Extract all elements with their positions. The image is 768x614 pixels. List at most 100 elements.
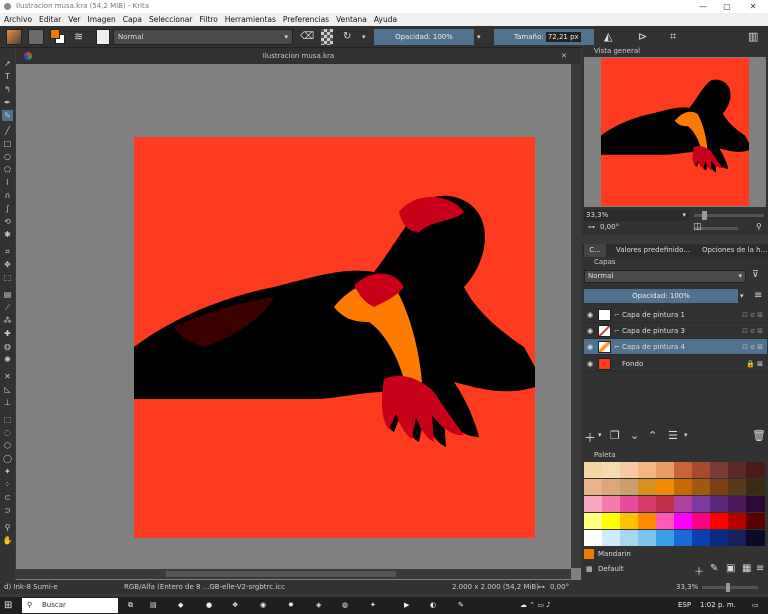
palette-grid-view-icon[interactable]: ▦ [742, 563, 751, 574]
explorer-icon[interactable]: ▤ [150, 597, 157, 614]
menu-ayuda[interactable]: Ayuda [374, 13, 397, 26]
assistant-tool-icon[interactable]: ✕ [2, 371, 13, 382]
polygonal-select-tool-icon[interactable]: ⬡ [2, 440, 13, 451]
crop-icon[interactable]: ⌗ [670, 29, 684, 45]
palette-swatch[interactable] [746, 530, 765, 546]
measure-tool-icon[interactable]: ◺ [2, 384, 13, 395]
close-window-button[interactable]: ✕ [740, 0, 766, 13]
vertical-scrollbar[interactable] [571, 64, 581, 568]
dynamic-brush-tool-icon[interactable]: ⟲ [2, 216, 13, 227]
layer-lock-alpha-icons[interactable]: ⊡ α ⊠ [742, 323, 763, 339]
app-icon[interactable]: ▶ [404, 597, 409, 614]
mirror-view-icon[interactable]: ◫ [693, 222, 702, 232]
multibrush-tool-icon[interactable]: ✱ [2, 229, 13, 240]
polyline-tool-icon[interactable]: ⌇ [2, 177, 13, 188]
palette-swatch[interactable] [584, 530, 603, 546]
menu-ver[interactable]: Ver [68, 13, 80, 26]
bezier-tool-icon[interactable]: ∩ [2, 190, 13, 201]
palette-swatch[interactable] [584, 513, 603, 529]
menu-ventana[interactable]: Ventana [336, 13, 367, 26]
colorize-mask-tool-icon[interactable]: ⁂ [2, 315, 13, 326]
docker-tab-tool-options[interactable]: Opciones de la h... [702, 244, 768, 257]
similar-select-tool-icon[interactable]: ⁘ [2, 479, 13, 490]
reference-images-tool-icon[interactable]: ⊥ [2, 397, 13, 408]
maximize-button[interactable]: ▢ [714, 0, 740, 13]
taskbar-language[interactable]: ESP [678, 597, 691, 614]
taskbar-clock[interactable]: 1:02 p. m. [700, 597, 736, 614]
palette-swatch[interactable] [602, 479, 621, 495]
layer-properties-chevron-icon[interactable]: ▾ [684, 431, 688, 439]
palette-swatch[interactable] [728, 479, 747, 495]
palette-swatch[interactable] [710, 496, 729, 512]
duplicate-layer-icon[interactable]: ❐ [610, 429, 620, 442]
palette-swatch[interactable] [710, 462, 729, 478]
fg-bg-color-selector[interactable] [50, 29, 66, 45]
palette-swatch[interactable] [656, 530, 675, 546]
palette-swatch[interactable] [656, 462, 675, 478]
add-layer-icon[interactable]: ＋ [584, 429, 596, 446]
edit-swatch-icon[interactable]: ✎ [710, 563, 718, 574]
opacity-menu-chevron-icon[interactable]: ▾ [477, 29, 487, 45]
opacity-slider[interactable]: Opacidad: 100% [374, 29, 474, 45]
palette-swatch[interactable] [728, 496, 747, 512]
preserve-alpha-icon[interactable] [321, 29, 333, 45]
palette-swatch[interactable] [638, 462, 657, 478]
layer-lock-icon[interactable]: 🔒 ⊠ [746, 356, 763, 372]
save-palette-icon[interactable]: ▣ [726, 563, 735, 574]
palette-swatch[interactable] [656, 479, 675, 495]
overview-thumbnail[interactable] [584, 57, 766, 207]
menu-imagen[interactable]: Imagen [88, 13, 116, 26]
move-tool-icon[interactable]: ✥ [2, 259, 13, 270]
palette-swatch[interactable] [584, 496, 603, 512]
layers-menu-icon[interactable]: ≡ [754, 290, 762, 301]
status-zoom[interactable]: 33,3% [676, 580, 698, 594]
palette-swatch[interactable] [692, 530, 711, 546]
app-icon[interactable]: ◐ [430, 597, 436, 614]
freehand-select-tool-icon[interactable]: ◯ [2, 453, 13, 464]
layer-properties-icon[interactable]: ☰ [668, 429, 678, 442]
layer-row-capa-1[interactable]: ◉ ⌐ Capa de pintura 1 ⊡ α ⊠ [584, 307, 767, 323]
pattern-selector[interactable] [28, 29, 44, 45]
brush-preset-icon[interactable] [96, 29, 110, 45]
elliptical-select-tool-icon[interactable]: ◌ [2, 427, 13, 438]
select-shapes-tool-icon[interactable]: ➚ [2, 58, 13, 69]
palette-swatch[interactable] [728, 513, 747, 529]
windows-start-icon[interactable]: ⊞ [4, 597, 12, 614]
menu-archivo[interactable]: Archivo [4, 13, 32, 26]
palette-swatch[interactable] [620, 462, 639, 478]
minimize-button[interactable]: — [690, 0, 716, 13]
palette-swatch[interactable] [638, 479, 657, 495]
palette-swatch[interactable] [584, 479, 603, 495]
app-icon[interactable]: ◍ [342, 597, 348, 614]
contiguous-select-tool-icon[interactable]: ✦ [2, 466, 13, 477]
rectangle-tool-icon[interactable]: □ [2, 138, 13, 149]
palette-swatch[interactable] [620, 530, 639, 546]
palette-swatch[interactable] [692, 496, 711, 512]
overview-zoom-slider[interactable] [694, 211, 764, 220]
menu-capa[interactable]: Capa [123, 13, 142, 26]
menu-filtro[interactable]: Filtro [199, 13, 217, 26]
palette-swatch[interactable] [692, 462, 711, 478]
layer-filter-icon[interactable]: ⊽ [752, 270, 759, 280]
docker-tab-presets[interactable]: Valores predefinido... [616, 244, 696, 257]
move-layer-up-icon[interactable]: ⌃ [648, 429, 657, 442]
workspace-icon[interactable]: ▥ [748, 29, 762, 45]
status-zoom-slider[interactable] [702, 583, 758, 592]
reload-menu-chevron-icon[interactable]: ▾ [362, 29, 370, 45]
delete-layer-icon[interactable]: 🗑 [752, 429, 766, 442]
app-icon[interactable]: ✸ [288, 597, 294, 614]
mirror-horizontal-icon[interactable]: ◭ [604, 29, 620, 45]
palette-swatch[interactable] [620, 479, 639, 495]
app-icon[interactable]: ◈ [316, 597, 321, 614]
artwork-canvas[interactable] [134, 137, 535, 538]
task-view-icon[interactable]: ⧉ [128, 597, 133, 614]
docker-tab-colors[interactable]: C... [584, 244, 606, 257]
palette-swatch[interactable] [674, 513, 693, 529]
palette-swatch[interactable] [584, 462, 603, 478]
document-tab[interactable]: Ilustracion musa.kra ✕ [16, 48, 581, 64]
palette-swatch[interactable] [656, 513, 675, 529]
freehand-brush-tool-icon[interactable]: ✎ [2, 110, 13, 121]
palette-swatch[interactable] [638, 496, 657, 512]
palette-swatch[interactable] [638, 530, 657, 546]
palette-swatch[interactable] [620, 513, 639, 529]
